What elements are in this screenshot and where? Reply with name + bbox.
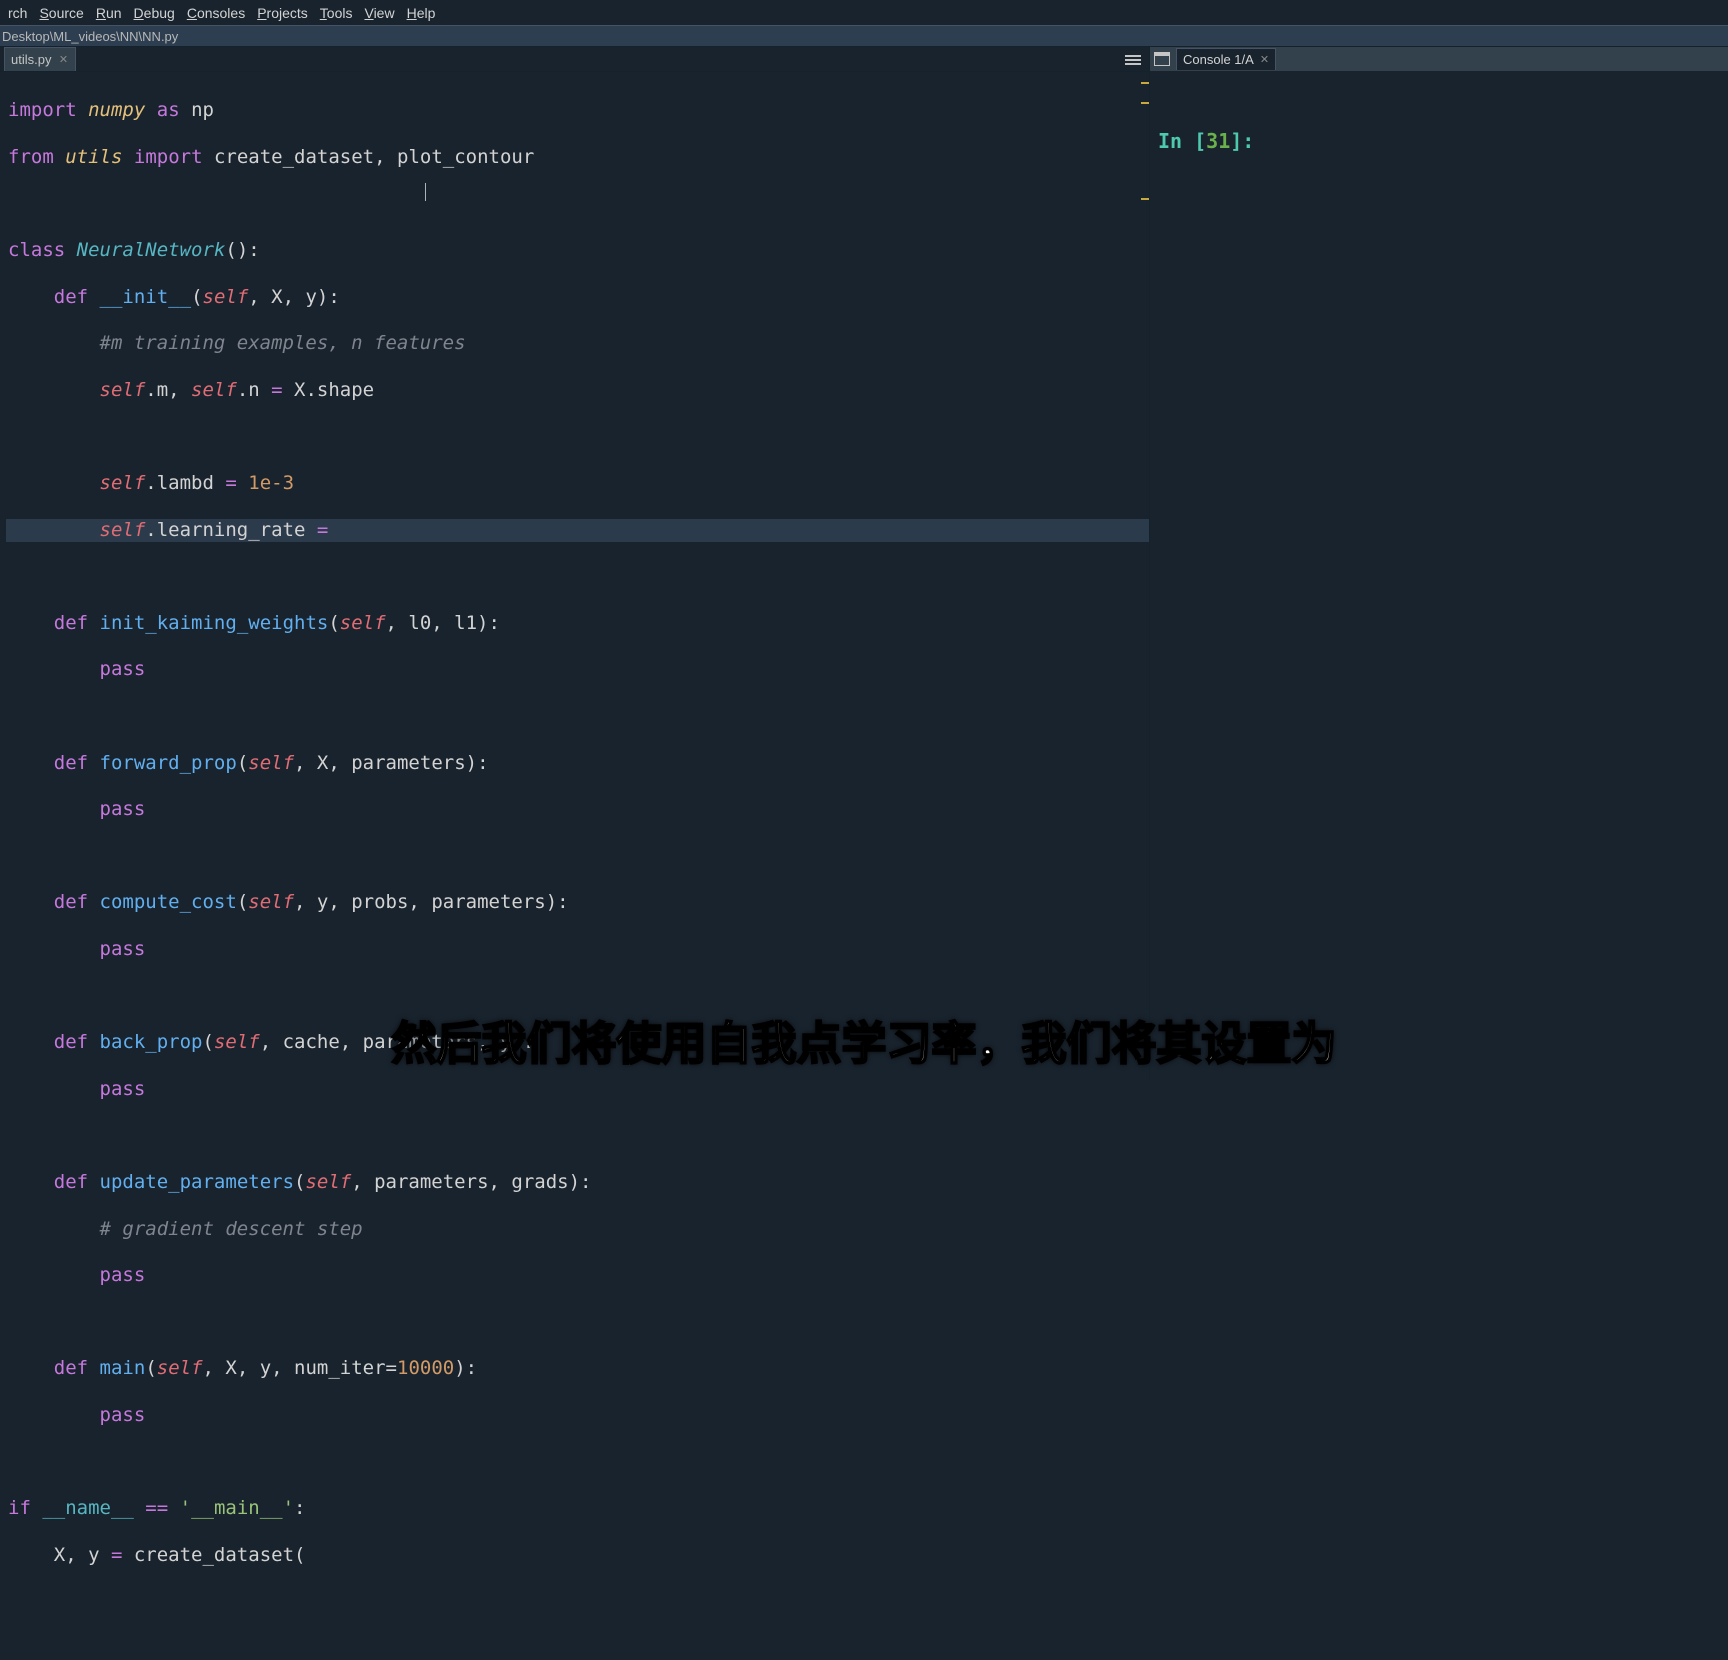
menu-source[interactable]: Source xyxy=(33,2,89,24)
console-tab-label: Console 1/A xyxy=(1183,52,1254,67)
hamburger-icon[interactable] xyxy=(1123,51,1143,69)
menu-view[interactable]: View xyxy=(358,2,400,24)
menu-consoles[interactable]: Consoles xyxy=(181,2,251,24)
editor-tabbar: utils.py ✕ xyxy=(0,47,1149,72)
menubar: rch Source Run Debug Consoles Projects T… xyxy=(0,0,1728,25)
menu-run[interactable]: Run xyxy=(90,2,128,24)
editor-minimap-ruler xyxy=(1139,72,1149,1660)
code-area[interactable]: import numpy as np from utils import cre… xyxy=(6,72,1149,1660)
text-caret xyxy=(425,183,426,201)
editor-body[interactable]: import numpy as np from utils import cre… xyxy=(0,72,1149,1660)
console-icon xyxy=(1154,52,1170,66)
editor-tab-utils[interactable]: utils.py ✕ xyxy=(4,47,76,71)
console-pane: Console 1/A ✕ In [31]: xyxy=(1150,47,1728,1080)
menu-debug[interactable]: Debug xyxy=(128,2,181,24)
menu-projects[interactable]: Projects xyxy=(251,2,314,24)
console-tabbar: Console 1/A ✕ xyxy=(1150,47,1728,71)
filepath-bar: Desktop\ML_videos\NN\NN.py xyxy=(0,25,1728,47)
editor-pane: utils.py ✕ import numpy as np from utils… xyxy=(0,47,1150,1080)
tab-label: utils.py xyxy=(11,52,51,67)
close-icon[interactable]: ✕ xyxy=(1260,53,1269,66)
filepath-text: Desktop\ML_videos\NN\NN.py xyxy=(2,29,178,44)
current-line: self.learning_rate = xyxy=(6,519,1149,542)
menu-tools[interactable]: Tools xyxy=(314,2,359,24)
console-body[interactable]: In [31]: xyxy=(1150,71,1728,1080)
console-tab[interactable]: Console 1/A ✕ xyxy=(1176,48,1276,70)
menu-search[interactable]: rch xyxy=(2,2,33,24)
menu-help[interactable]: Help xyxy=(401,2,442,24)
close-icon[interactable]: ✕ xyxy=(57,54,69,66)
